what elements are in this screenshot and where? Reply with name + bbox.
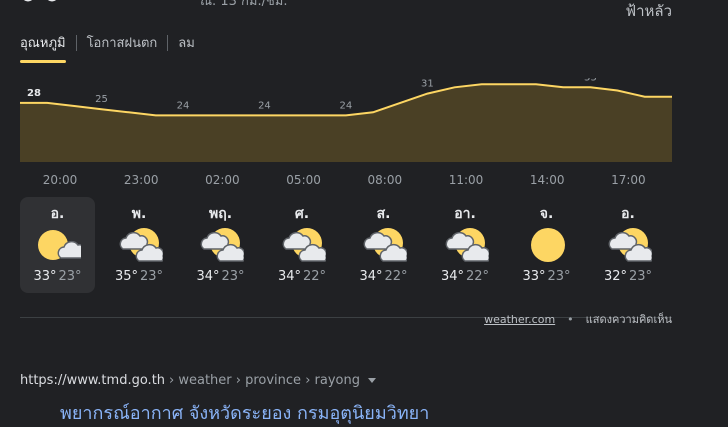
day-card[interactable]: ศ. 34° 22°	[265, 197, 340, 293]
condition-text: ฟ้าหลัว	[625, 2, 672, 20]
feedback-link[interactable]: แสดงความคิดเห็น	[586, 310, 672, 328]
hour-tick-label: 14:00	[529, 173, 565, 187]
day-temps: 33° 23°	[20, 269, 95, 284]
cloud-sun-icon	[200, 228, 244, 262]
weather-header: ณ. 13 กม./ชม. ฟ้าหลัว	[0, 0, 728, 22]
day-temps: 34° 22°	[346, 269, 421, 284]
low-temp: 23°	[629, 269, 653, 284]
temperature-chart: 28 25 24 24 24 31 34 33	[20, 78, 672, 162]
temperature-area	[20, 84, 672, 162]
day-temps: 35° 23°	[102, 269, 177, 284]
day-card[interactable]: อา. 34° 22°	[428, 197, 503, 293]
chevron-down-icon[interactable]	[367, 378, 376, 383]
point-label: 24	[258, 100, 271, 111]
cloud-sun-icon	[445, 228, 489, 262]
point-label: 31	[421, 79, 434, 90]
result-path: › weather › province › rayong	[169, 373, 360, 388]
footer-separator: •	[567, 312, 574, 326]
point-label: 24	[340, 100, 353, 111]
day-card[interactable]: พ. 35° 23°	[102, 197, 177, 293]
day-name: พฤ.	[208, 206, 233, 222]
low-temp: 23°	[547, 269, 571, 284]
source-link[interactable]: weather.com	[484, 313, 555, 326]
day-temps: 32° 23°	[591, 269, 666, 284]
hour-tick-label: 05:00	[286, 173, 321, 187]
day-temps: 34° 22°	[265, 269, 340, 284]
result-breadcrumb[interactable]: https://www.tmd.go.th › weather › provin…	[20, 373, 376, 388]
day-name: ส.	[376, 206, 391, 222]
low-temp: 22°	[384, 269, 408, 284]
hour-tick-label: 11:00	[448, 173, 484, 187]
point-label: 33	[584, 78, 597, 83]
day-card[interactable]: จ. 33° 23°	[509, 197, 584, 293]
hour-tick-label: 08:00	[367, 173, 403, 187]
cloud-sun-icon	[119, 228, 163, 262]
low-temp: 22°	[303, 269, 327, 284]
day-name: จ.	[539, 206, 554, 222]
hour-tick-label: 17:00	[611, 173, 646, 187]
point-label: 25	[95, 94, 108, 105]
daily-forecast: อ. 33° 23° พ. 35° 23° พฤ. 34° 23° ศ. 34° 22° ส. 34° 22…	[20, 197, 672, 293]
tab-wind[interactable]: ลม	[178, 32, 195, 63]
day-card[interactable]: ส. 34° 22°	[346, 197, 421, 293]
high-temp: 32°	[603, 269, 627, 284]
day-card[interactable]: พฤ. 34° 23°	[183, 197, 258, 293]
hour-tick-label: 23:00	[123, 173, 159, 187]
tab-temperature[interactable]: อุณหภูมิ	[20, 32, 66, 63]
hour-tick-label: 02:00	[205, 173, 240, 187]
tab-divider	[75, 34, 77, 51]
sun-icon	[531, 228, 565, 262]
weather-tabs: อุณหภูมิ โอกาสฝนตก ลม	[20, 32, 195, 63]
low-temp: 22°	[466, 269, 490, 284]
point-label: 24	[177, 100, 190, 111]
source-footer: weather.com • แสดงความคิดเห็น	[484, 310, 672, 328]
tab-divider	[167, 34, 169, 51]
high-temp: 34°	[440, 269, 464, 284]
day-name: พ.	[131, 206, 147, 222]
day-card[interactable]: อ. 32° 23°	[591, 197, 666, 293]
low-temp: 23°	[221, 269, 245, 284]
result-title[interactable]: พยากรณ์อากาศ จังหวัดระยอง กรมอุตุนิยมวิท…	[60, 398, 429, 427]
high-temp: 34°	[277, 269, 301, 284]
sun-cloud-icon	[38, 230, 81, 260]
low-temp: 23°	[140, 269, 164, 284]
day-name: อ.	[621, 206, 635, 222]
day-temps: 34° 23°	[183, 269, 258, 284]
cloud-sun-icon	[608, 228, 652, 262]
day-name: ศ.	[294, 206, 310, 222]
day-temps: 34° 22°	[428, 269, 503, 284]
cloud-sun-icon	[282, 228, 326, 262]
day-name: อ.	[50, 206, 65, 222]
day-card[interactable]: อ. 33° 23°	[20, 197, 95, 293]
hour-axis: 20:00 23:00 02:00 05:00 08:00 11:00 14:00 17:00	[20, 173, 672, 189]
high-temp: 35°	[114, 269, 138, 284]
point-label: 34	[503, 78, 516, 80]
high-temp: 34°	[196, 269, 220, 284]
day-temps: 33° 23°	[509, 269, 584, 284]
wind-subtitle: ณ. 13 กม./ชม.	[200, 0, 288, 9]
low-temp: 23°	[58, 269, 82, 284]
point-label: 28	[27, 88, 41, 99]
high-temp: 33°	[33, 269, 57, 284]
result-domain: https://www.tmd.go.th	[20, 373, 166, 388]
high-temp: 33°	[522, 269, 546, 284]
weather-wave-icon	[23, 0, 57, 2]
hour-tick-label: 20:00	[42, 173, 78, 187]
day-name: อา.	[454, 206, 476, 222]
tab-precipitation[interactable]: โอกาสฝนตก	[87, 32, 158, 63]
high-temp: 34°	[359, 269, 383, 284]
cloud-sun-icon	[363, 228, 407, 262]
